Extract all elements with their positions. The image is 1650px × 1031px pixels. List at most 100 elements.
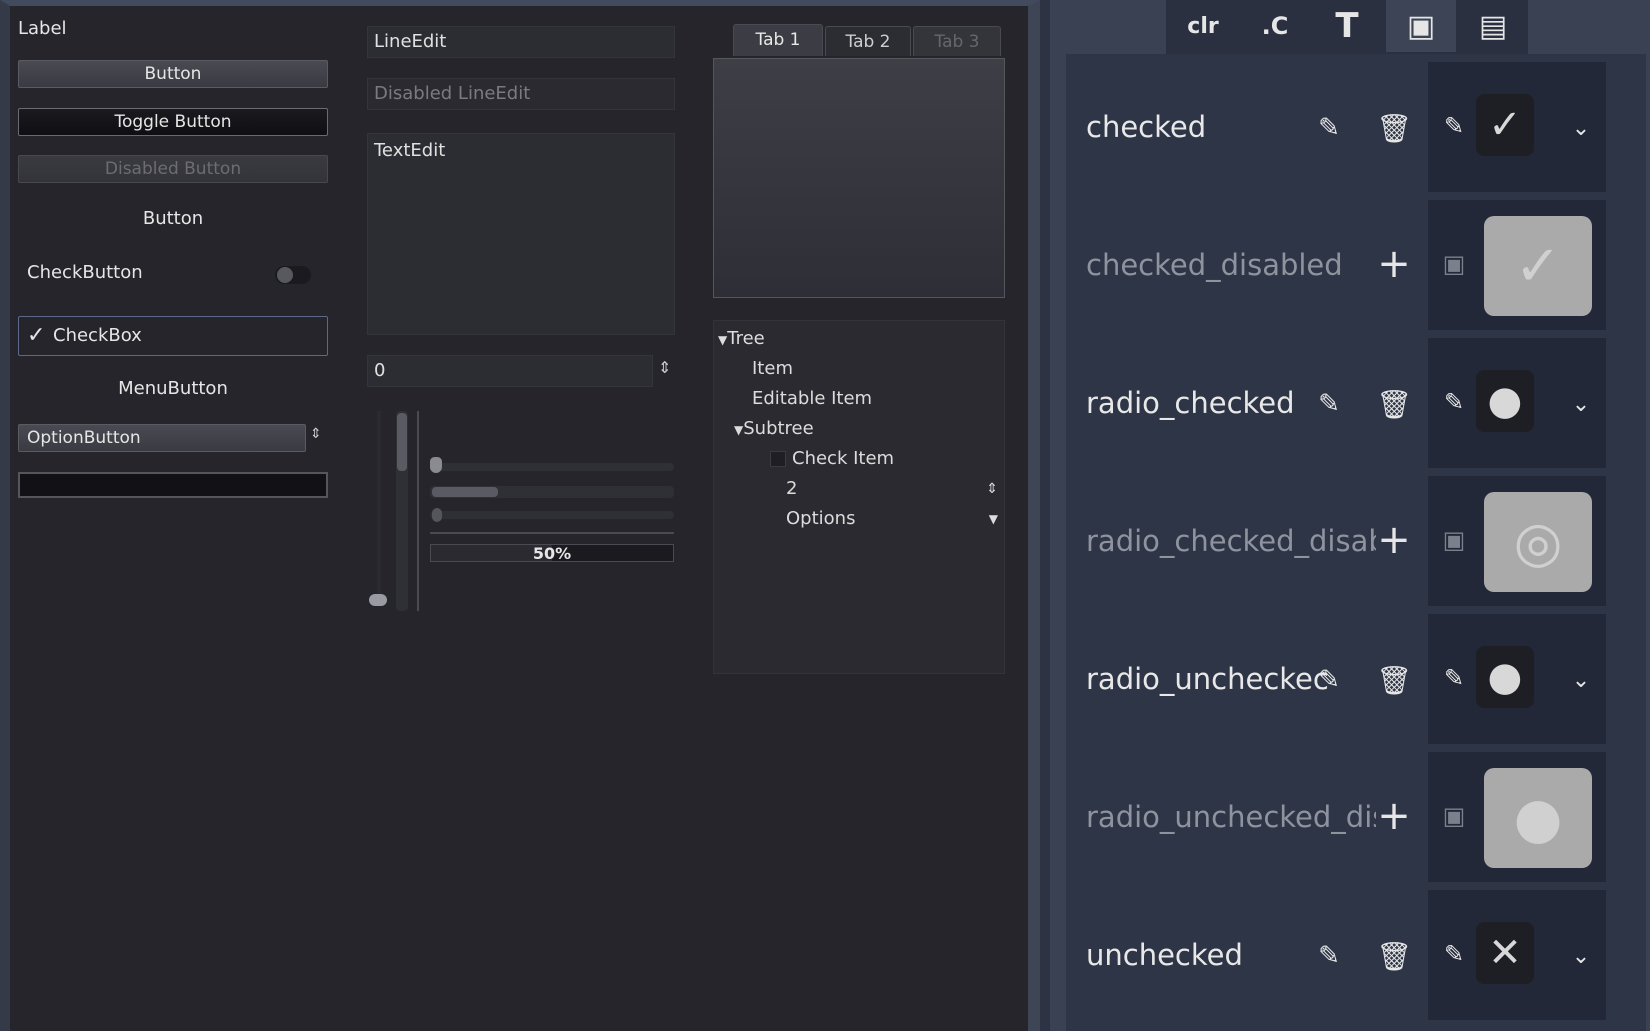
toggle-button[interactable]: Toggle Button [18,108,328,136]
tab-3: Tab 3 [913,26,1001,56]
theme-items-panel: clr .C T ▣ ▤ checked ✎ 🗑 ✎ ✓ ⌄ checked_disable… [1040,0,1650,1031]
tree-subtree[interactable]: ▼Subtree [734,415,1002,443]
tree-check-item[interactable]: Check Item [734,445,1002,473]
edit-texture-icon[interactable]: ✎ [1438,936,1470,972]
texture-thumbnail: ✓ [1484,216,1592,316]
hslider-disabled-grabber [432,508,442,522]
texture-preview-box: ✎ ✕ ⌄ [1428,890,1606,1020]
texture-placeholder-icon: ▣ [1442,802,1466,830]
chevron-down-icon[interactable]: ⌄ [1568,938,1594,974]
theme-item-name: radio_checked_disabl [1086,524,1376,558]
disabled-button: Disabled Button [18,155,328,183]
chevron-down-icon[interactable]: ⌄ [1568,386,1594,422]
edit-texture-icon[interactable]: ✎ [1438,108,1470,144]
color-picker-button[interactable] [18,472,328,498]
checkbox[interactable]: ✓ CheckBox [18,316,328,356]
theme-item-name: radio_unchecked_disa [1086,800,1376,834]
hslider-grabber[interactable] [430,457,442,473]
line-edit[interactable]: LineEdit [367,26,675,58]
chevron-down-icon[interactable]: ⌄ [1568,662,1594,698]
texture-preview-box: ▣ ✓ [1428,200,1606,330]
add-icon[interactable]: + [1376,517,1412,563]
rename-icon[interactable]: ✎ [1314,110,1344,146]
tree-range-item[interactable]: 2 ⇕ [734,475,1002,503]
progress-label: 50% [532,544,572,563]
texture-preview-box: ✎ ✓ ⌄ [1428,62,1606,192]
panel-divider [1040,0,1050,1031]
theme-item-row: checked_disabled + ▣ ✓ [1066,200,1646,330]
theme-item-row: radio_uncheckec ✎ 🗑 ✎ ● ⌄ [1066,614,1646,744]
theme-item-row: radio_unchecked_disa + ▣ ● [1066,752,1646,882]
add-icon[interactable]: + [1376,241,1412,287]
text-edit[interactable]: TextEdit [367,133,675,335]
texture-thumbnail: ● [1476,370,1534,432]
toggle-knob [277,267,293,283]
texture-placeholder-icon: ▣ [1442,250,1466,278]
hscrollbar-grabber[interactable] [432,487,498,497]
theme-item-row: checked ✎ 🗑 ✎ ✓ ⌄ [1066,62,1646,192]
spinbox-arrows-icon[interactable]: ⇕ [658,358,671,377]
theme-item-row: unchecked ✎ 🗑 ✎ ✕ ⌄ [1066,890,1646,1020]
rename-icon[interactable]: ✎ [1314,938,1344,974]
add-icon[interactable]: + [1376,793,1412,839]
rename-icon[interactable]: ✎ [1314,662,1344,698]
texture-thumbnail: ✕ [1476,922,1534,984]
check-button-toggle[interactable] [275,266,311,284]
rename-icon[interactable]: ✎ [1314,386,1344,422]
delete-icon[interactable]: 🗑 [1376,110,1412,146]
edit-texture-icon[interactable]: ✎ [1438,660,1470,696]
checkbox-label: CheckBox [53,325,142,346]
progress-bar: 50% [430,544,674,563]
texture-preview-box: ▣ ◎ [1428,476,1606,606]
texture-thumbnail: ● [1484,768,1592,868]
theme-item-row: radio_checked ✎ 🗑 ✎ ● ⌄ [1066,338,1646,468]
option-button[interactable]: OptionButton [18,424,306,452]
flat-button[interactable]: Button [18,208,328,229]
texture-icon[interactable]: ▣ [1386,0,1456,52]
edit-texture-icon[interactable]: ✎ [1438,384,1470,420]
texture-preview-box: ✎ ● ⌄ [1428,614,1606,744]
updown-arrows-icon: ⇕ [310,426,322,442]
font-icon[interactable]: T [1312,0,1382,52]
vseparator [417,411,419,611]
dropdown-arrow-icon[interactable]: ▼ [989,505,998,533]
vscrollbar[interactable] [396,411,408,611]
texture-thumbnail: ● [1476,646,1534,708]
theme-preview: Label Button Toggle Button Disabled Butt… [0,0,1040,1031]
menu-button[interactable]: MenuButton [18,378,328,399]
tab-1[interactable]: Tab 1 [733,24,823,56]
hslider[interactable] [430,463,674,471]
color-icon[interactable]: clr [1168,0,1238,52]
check-item-box[interactable] [770,451,786,467]
tree-root[interactable]: ▼Tree [718,325,1002,353]
texture-thumbnail: ◎ [1484,492,1592,592]
items-list: checked ✎ 🗑 ✎ ✓ ⌄ checked_disabled + ▣ ✓ radio_che… [1066,54,1646,1031]
texture-placeholder-icon: ▣ [1442,526,1466,554]
vscrollbar-grabber[interactable] [397,413,407,471]
constant-icon[interactable]: .C [1240,0,1310,52]
tree-editable-item[interactable]: Editable Item [718,385,1002,413]
chevron-down-icon[interactable]: ⌄ [1568,110,1594,146]
delete-icon[interactable]: 🗑 [1376,386,1412,422]
tree[interactable]: ▼Tree Item Editable Item ▼Subtree Check … [713,320,1005,674]
vslider-track[interactable] [377,411,381,601]
updown-arrows-icon[interactable]: ⇕ [986,475,998,503]
label: Label [18,18,67,39]
texture-thumbnail: ✓ [1476,94,1534,156]
tab-2[interactable]: Tab 2 [825,26,911,56]
texture-preview-box: ▣ ● [1428,752,1606,882]
disabled-line-edit: Disabled LineEdit [367,78,675,110]
stylebox-icon[interactable]: ▤ [1458,0,1528,52]
hscrollbar[interactable] [430,486,674,498]
arrow-down-icon: ▼ [734,423,744,437]
delete-icon[interactable]: 🗑 [1376,938,1412,974]
spinbox[interactable]: 0 [367,355,653,387]
checkmark-icon: ✓ [27,323,46,348]
tab-container-panel [713,58,1005,298]
delete-icon[interactable]: 🗑 [1376,662,1412,698]
vslider-grabber[interactable] [369,594,387,606]
tree-options-item[interactable]: Options ▼ [734,505,1002,533]
button[interactable]: Button [18,60,328,88]
theme-item-row: radio_checked_disabl + ▣ ◎ [1066,476,1646,606]
tree-item[interactable]: Item [718,355,1002,383]
